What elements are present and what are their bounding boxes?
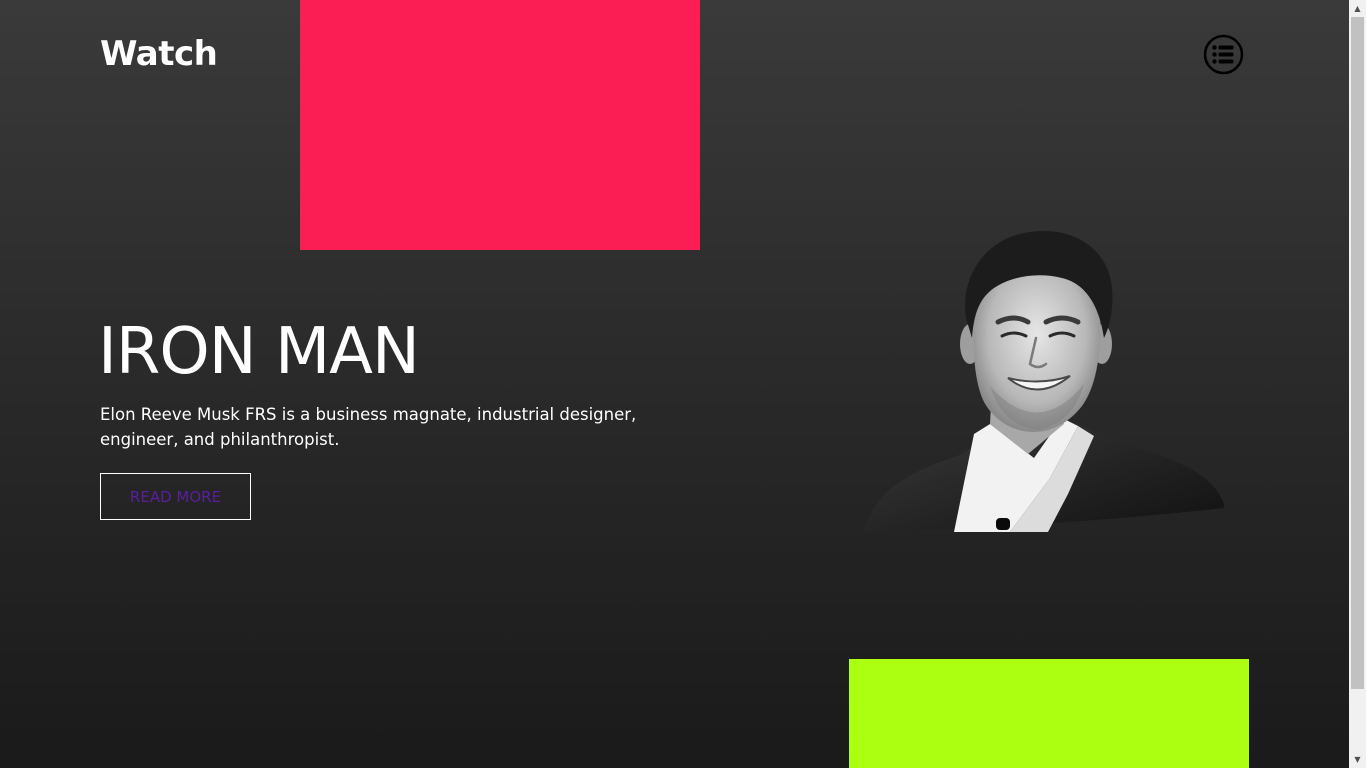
scrollbar-thumb[interactable] bbox=[1351, 17, 1364, 689]
scroll-up-arrow-icon[interactable]: ▲ bbox=[1349, 0, 1366, 17]
scroll-down-arrow-icon[interactable]: ▼ bbox=[1349, 751, 1366, 768]
menu-button[interactable] bbox=[1203, 34, 1244, 75]
landing-page: Watch IRON MAN Elon Reeve Musk FRS is a … bbox=[0, 0, 1349, 768]
hero-description: Elon Reeve Musk FRS is a business magnat… bbox=[100, 405, 637, 449]
pink-accent-block bbox=[300, 0, 700, 250]
portrait-photo bbox=[864, 230, 1224, 532]
read-more-button[interactable]: READ MORE bbox=[100, 473, 251, 520]
list-menu-icon bbox=[1203, 34, 1244, 75]
hero-title: IRON MAN bbox=[98, 315, 420, 389]
site-logo[interactable]: Watch bbox=[100, 32, 218, 76]
green-accent-block bbox=[849, 659, 1249, 768]
vertical-scrollbar[interactable]: ▲ ▼ bbox=[1349, 0, 1366, 768]
